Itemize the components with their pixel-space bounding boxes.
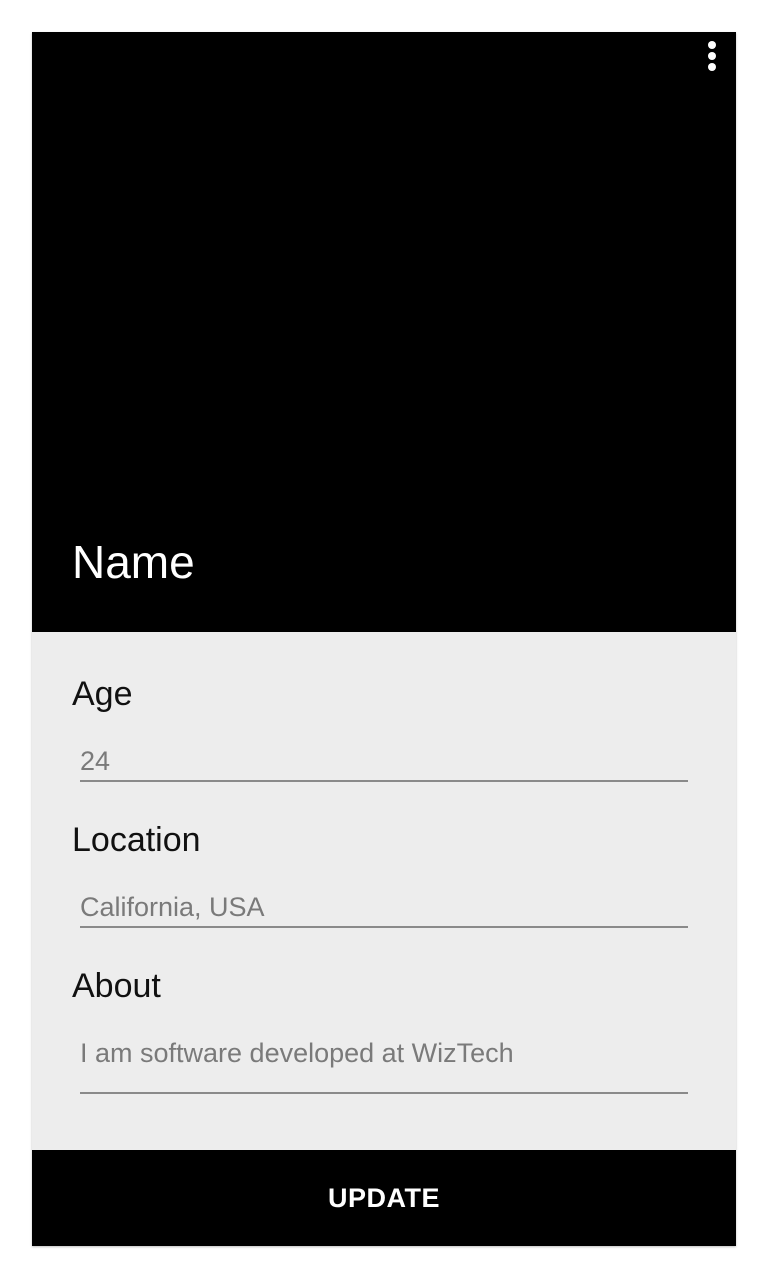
location-label: Location <box>72 821 201 859</box>
profile-card: Name Age 24 Location California, USA Abo… <box>32 32 736 1246</box>
profile-name: Name <box>72 536 195 588</box>
location-field[interactable]: California, USA <box>80 890 688 928</box>
menu-dot <box>708 52 716 60</box>
about-label: About <box>72 967 161 1005</box>
profile-header: Name <box>32 32 736 632</box>
age-field[interactable]: 24 <box>80 744 688 782</box>
update-button[interactable]: UPDATE <box>32 1150 736 1246</box>
about-field[interactable]: I am software developed at WizTech <box>80 1036 688 1094</box>
age-label: Age <box>72 675 133 713</box>
more-vert-icon[interactable] <box>700 38 724 74</box>
menu-dot <box>708 63 716 71</box>
menu-dot <box>708 41 716 49</box>
